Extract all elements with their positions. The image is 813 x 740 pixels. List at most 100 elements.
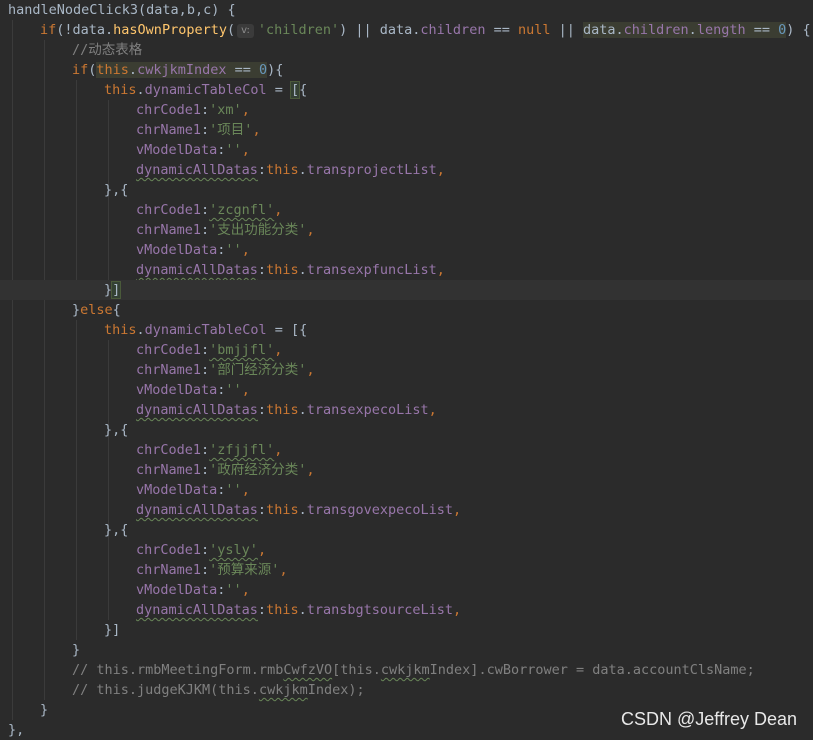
code-line[interactable]: vModelData:'', <box>0 380 813 400</box>
code-line[interactable]: dynamicAllDatas:this.transgovexpecoList, <box>0 500 813 520</box>
code-line[interactable]: chrName1:'支出功能分类', <box>0 220 813 240</box>
code-line[interactable]: // this.judgeKJKM(this.cwkjkmIndex); <box>0 680 813 700</box>
code-line[interactable]: chrCode1:'zcgnfl', <box>0 200 813 220</box>
object-key: chrName1 <box>136 562 202 578</box>
object-key: chrName1 <box>136 122 202 138</box>
code-line[interactable]: dynamicAllDatas:this.transbgtsourceList, <box>0 600 813 620</box>
code-line[interactable]: }else{ <box>0 300 813 320</box>
code-line[interactable]: vModelData:'', <box>0 240 813 260</box>
code-token: == <box>226 62 259 78</box>
code-token: . <box>136 82 145 98</box>
code-token: },{ <box>104 182 129 198</box>
code-line[interactable]: if(!data.hasOwnProperty(v:'children') ||… <box>0 20 813 40</box>
code-line[interactable]: this.dynamicTableCol = [{ <box>0 320 813 340</box>
number-literal: 0 <box>258 62 268 78</box>
code-token: (!data. <box>56 22 114 38</box>
property: children <box>420 22 486 38</box>
object-key: chrName1 <box>136 362 202 378</box>
code-line[interactable]: chrCode1:'zfjjfl', <box>0 440 813 460</box>
keyword-this: this <box>266 402 299 418</box>
code-token: , <box>453 602 462 618</box>
object-key: dynamicAllDatas <box>136 502 258 518</box>
code-line[interactable]: //动态表格 <box>0 40 813 60</box>
property: length <box>696 22 746 38</box>
params: (data,b,c) { <box>138 2 236 18</box>
object-key: dynamicAllDatas <box>136 602 258 618</box>
code-line[interactable]: dynamicAllDatas:this.transexpfuncList, <box>0 260 813 280</box>
code-token: , <box>241 102 250 118</box>
code-token: , <box>436 162 445 178</box>
code-line[interactable]: dynamicAllDatas:this.transprojectList, <box>0 160 813 180</box>
property: transbgtsourceList <box>306 602 454 618</box>
property: cwkjkmIndex <box>137 62 227 78</box>
code-line[interactable]: dynamicAllDatas:this.transexpecoList, <box>0 400 813 420</box>
code-token: : <box>257 262 267 278</box>
code-line[interactable]: // this.rmbMeetingForm.rmbCwfzVO[this.cw… <box>0 660 813 680</box>
code-editor[interactable]: handleNodeClick3(data,b,c) { if(!data.ha… <box>0 0 813 740</box>
object-key: chrCode1 <box>136 202 202 218</box>
keyword: null <box>517 22 551 38</box>
comment: cwkjkm <box>258 682 308 698</box>
code-token: ) { <box>786 22 811 38</box>
code-token: } <box>40 702 49 718</box>
string-literal: 'ysly' <box>209 542 258 558</box>
object-key: vModelData <box>136 482 218 498</box>
code-token: = <box>266 82 291 98</box>
code-token: } <box>72 302 81 318</box>
code-line[interactable]: chrCode1:'bmjjfl', <box>0 340 813 360</box>
code-token: ){ <box>267 62 284 78</box>
code-token: == <box>745 22 779 38</box>
code-line[interactable]: this.dynamicTableCol = [{ <box>0 80 813 100</box>
string-literal: '政府经济分类' <box>209 462 307 478</box>
code-token: . <box>298 502 307 518</box>
object-key: vModelData <box>136 142 218 158</box>
code-line[interactable]: vModelData:'', <box>0 480 813 500</box>
code-line[interactable]: vModelData:'', <box>0 580 813 600</box>
code-line[interactable]: }] <box>0 620 813 640</box>
code-token: , <box>241 382 250 398</box>
object-key: chrName1 <box>136 222 202 238</box>
keyword: if <box>72 62 89 78</box>
code-token: , <box>274 342 283 358</box>
current-line[interactable]: }] <box>0 280 813 300</box>
code-line[interactable]: chrName1:'项目', <box>0 120 813 140</box>
code-line[interactable]: vModelData:'', <box>0 140 813 160</box>
code-token: : <box>201 362 210 378</box>
property: transprojectList <box>306 162 437 178</box>
code-token: == <box>485 22 518 38</box>
code-line[interactable]: },{ <box>0 420 813 440</box>
code-line[interactable]: chrCode1:'xm', <box>0 100 813 120</box>
code-line[interactable]: if(this.cwkjkmIndex == 0){ <box>0 60 813 80</box>
matched-bracket: ] <box>111 281 122 299</box>
code-token: : <box>201 122 210 138</box>
string-literal: 'children' <box>257 22 340 38</box>
property: dynamicTableCol <box>144 322 267 338</box>
code-line[interactable]: chrName1:'政府经济分类', <box>0 460 813 480</box>
keyword-this: this <box>104 82 137 98</box>
comment: //动态表格 <box>72 42 143 58</box>
code-token: , <box>274 442 283 458</box>
code-token: }] <box>104 622 121 638</box>
comment: cwkjkm <box>380 662 430 678</box>
code-token: : <box>201 342 210 358</box>
code-line[interactable]: },{ <box>0 180 813 200</box>
string-literal: 'zcgnfl' <box>209 202 275 218</box>
code-token: { <box>112 302 121 318</box>
code-token: . <box>298 602 307 618</box>
code-line[interactable]: } <box>0 640 813 660</box>
code-token: . <box>298 402 307 418</box>
code-line[interactable]: handleNodeClick3(data,b,c) { <box>0 0 813 20</box>
comment: [this. <box>332 662 381 678</box>
comment: // this.judgeKJKM(this. <box>72 682 259 698</box>
matched-bracket: [ <box>289 81 301 99</box>
code-line[interactable]: chrName1:'部门经济分类', <box>0 360 813 380</box>
code-token: ( <box>226 22 236 38</box>
code-line[interactable]: },{ <box>0 520 813 540</box>
property: dynamicTableCol <box>144 82 267 98</box>
object-key: chrCode1 <box>136 102 202 118</box>
code-line[interactable]: chrName1:'预算来源', <box>0 560 813 580</box>
code-token: : <box>257 602 267 618</box>
property: transexpfuncList <box>306 262 437 278</box>
string-literal: '部门经济分类' <box>209 362 307 378</box>
code-line[interactable]: chrCode1:'ysly', <box>0 540 813 560</box>
